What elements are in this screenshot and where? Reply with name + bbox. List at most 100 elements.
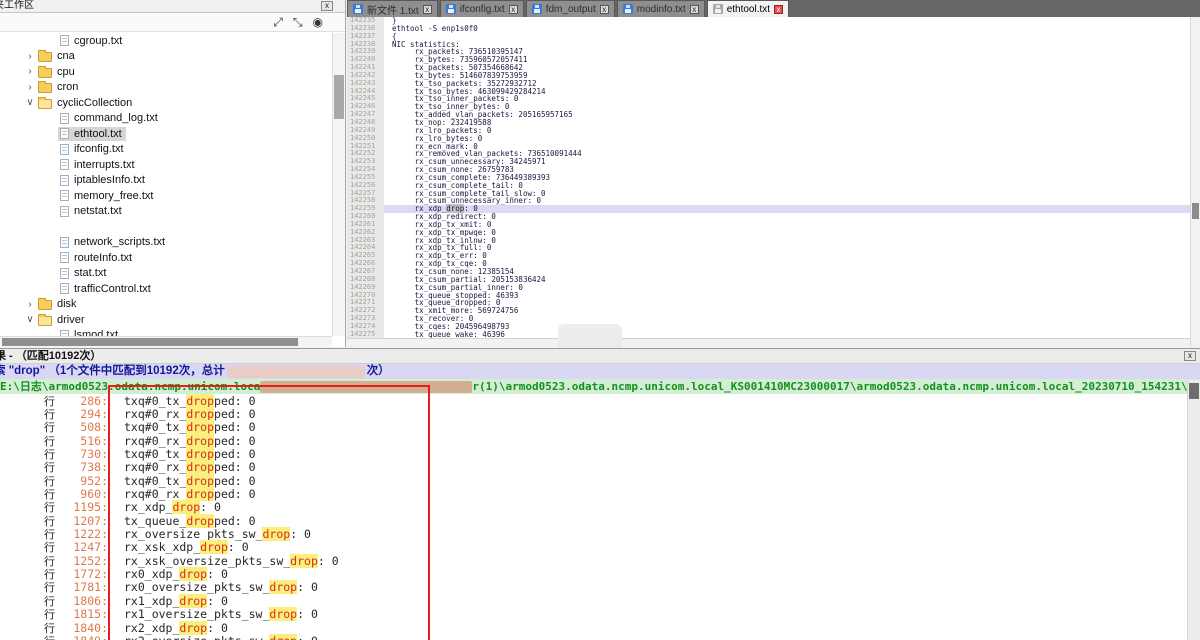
scrollbar-thumb[interactable] (2, 338, 298, 346)
text-editor[interactable]: 142235 } 142236 ethtool -S enp1s0f0 1422… (347, 17, 1190, 338)
tree-item[interactable]: netstat.txt (0, 204, 332, 220)
result-line-number: 1222: (62, 527, 108, 541)
editor-line[interactable]: 142275 tx_queue_wake: 46396 (347, 331, 1190, 338)
editor-horizontal-scrollbar[interactable] (347, 338, 1190, 347)
editor-line[interactable]: 142237 { (347, 33, 1190, 41)
result-line-number: 1815: (62, 607, 108, 621)
tree-item[interactable]: › cpu (0, 64, 332, 80)
tab-close-icon[interactable]: x (423, 5, 432, 14)
tree-expander-icon[interactable]: ∨ (24, 314, 36, 325)
tree-item[interactable]: ethtool.txt (0, 126, 332, 142)
tree-item[interactable]: › disk (0, 297, 332, 313)
tree-item[interactable]: memory_free.txt (0, 188, 332, 204)
scrollbar-thumb[interactable] (334, 75, 344, 119)
match-highlight: drop (179, 621, 207, 635)
results-vertical-scrollbar[interactable] (1187, 380, 1200, 640)
result-row[interactable]: 行 516: rxq#0_rx_dropped: 0 (0, 434, 1187, 447)
workspace-title: 夹工作区 (0, 0, 34, 12)
tree-item-label: cron (57, 81, 78, 93)
tree-item-label: trafficControl.txt (74, 283, 151, 295)
editor-line[interactable]: 142272 tx_xmit_more: 569724756 (347, 307, 1190, 315)
workspace-close-button[interactable]: x (321, 1, 333, 11)
tree-item[interactable]: ∨ driver (0, 312, 332, 328)
tab-close-icon[interactable]: x (509, 5, 518, 14)
editor-tab[interactable]: modinfo.txt x (617, 0, 705, 17)
editor-tab[interactable]: ifconfig.txt x (440, 0, 524, 17)
tree-horizontal-scrollbar[interactable] (0, 336, 332, 347)
tree-item[interactable]: interrupts.txt (0, 157, 332, 173)
result-text: rx_xdp_drop: 0 (124, 500, 221, 514)
search-summary-line[interactable]: 索 "drop" （1个文件中匹配到10192次，总计次） (0, 364, 1200, 379)
tree-item[interactable]: command_log.txt (0, 111, 332, 127)
result-row[interactable]: 行 1195: rx_xdp_drop: 0 (0, 501, 1187, 514)
result-row[interactable]: 行 1815: rx1_oversize_pkts_sw_drop: 0 (0, 608, 1187, 621)
result-file-path-line[interactable]: E:\日志\armod0523.odata.ncmp.unicom.locar(… (0, 379, 1200, 394)
results-close-button[interactable]: x (1184, 351, 1196, 361)
editor-line[interactable]: 142236 ethtool -S enp1s0f0 (347, 25, 1190, 33)
result-row[interactable]: 行 738: rxq#0_rx_dropped: 0 (0, 461, 1187, 474)
tree-item[interactable]: trafficControl.txt (0, 281, 332, 297)
tab-close-icon[interactable]: x (774, 5, 783, 14)
tree-item-label: netstat.txt (74, 205, 122, 217)
scrollbar-thumb[interactable] (1192, 203, 1199, 219)
result-line-number: 1247: (62, 540, 108, 554)
tree-expander-icon[interactable]: › (24, 51, 36, 62)
result-text: rx_xsk_oversize_pkts_sw_drop: 0 (124, 554, 339, 568)
result-line-number: 294: (62, 407, 108, 421)
tree-item[interactable]: stat.txt (0, 266, 332, 282)
tree-item[interactable]: › cna (0, 49, 332, 65)
tree-item[interactable]: routeInfo.txt (0, 250, 332, 266)
tab-label: ethtool.txt (727, 4, 770, 15)
collapse-all-icon[interactable]: ⤡ (293, 15, 303, 29)
locate-file-icon[interactable]: ◉ (313, 15, 323, 29)
result-row[interactable]: 行 1252: rx_xsk_oversize_pkts_sw_drop: 0 (0, 554, 1187, 567)
tree-item[interactable] (0, 219, 332, 235)
editor-tab[interactable]: ethtool.txt x (707, 0, 789, 17)
result-row[interactable]: 行 960: rxq#0_rx_dropped: 0 (0, 487, 1187, 500)
save-state-icon (623, 4, 633, 14)
tree-expander-icon[interactable]: › (24, 299, 36, 310)
tree-expander-icon[interactable]: › (24, 82, 36, 93)
tree-expander-icon[interactable]: ∨ (24, 97, 36, 108)
tree-item-icon (38, 68, 52, 78)
result-row[interactable]: 行 730: txq#0_tx_dropped: 0 (0, 447, 1187, 460)
result-row[interactable]: 行 1247: rx_xsk_xdp_drop: 0 (0, 541, 1187, 554)
match-highlight: drop (186, 460, 214, 474)
editor-vertical-scrollbar[interactable] (1190, 17, 1200, 347)
result-row[interactable]: 行 1849: rx2_oversize_pkts_sw_drop: 0 (0, 634, 1187, 640)
scrollbar-thumb[interactable] (1189, 383, 1199, 399)
tree-item[interactable]: iptablesInfo.txt (0, 173, 332, 189)
tab-close-icon[interactable]: x (600, 5, 609, 14)
result-row[interactable]: 行 1772: rx0_xdp_drop: 0 (0, 567, 1187, 580)
tree-item-icon (60, 268, 69, 279)
result-row[interactable]: 行 1781: rx0_oversize_pkts_sw_drop: 0 (0, 581, 1187, 594)
tree-item[interactable]: ∨ cyclicCollection (0, 95, 332, 111)
tree-expander-icon[interactable]: › (24, 66, 36, 77)
result-row[interactable]: 行 1840: rx2_xdp_drop: 0 (0, 621, 1187, 634)
tree-item[interactable]: network_scripts.txt (0, 235, 332, 251)
tree-item-label: memory_free.txt (74, 190, 153, 202)
result-row[interactable]: 行 294: rxq#0_rx_dropped: 0 (0, 407, 1187, 420)
tree-item[interactable]: ifconfig.txt (0, 142, 332, 158)
tree-item[interactable]: cgroup.txt (0, 33, 332, 49)
tab-close-icon[interactable]: x (690, 5, 699, 14)
workspace-titlebar: 夹工作区 x (0, 0, 345, 13)
editor-tab[interactable]: fdm_output x (526, 0, 615, 17)
match-highlight: drop (186, 434, 214, 448)
tree-item-label: cna (57, 50, 75, 62)
editor-area: 新文件 1.txt x ifconfig.txt x fdm_output x … (347, 0, 1200, 347)
tree-item-icon (60, 206, 69, 217)
tree-vertical-scrollbar[interactable] (332, 33, 345, 336)
tab-bar: 新文件 1.txt x ifconfig.txt x fdm_output x … (347, 0, 1200, 17)
result-row[interactable]: 行 286: txq#0_tx_dropped: 0 (0, 394, 1187, 407)
expand-all-icon[interactable]: ⤢ (273, 15, 283, 29)
tree-item[interactable]: lsmod.txt (0, 328, 332, 337)
result-row[interactable]: 行 1806: rx1_xdp_drop: 0 (0, 594, 1187, 607)
result-row[interactable]: 行 1222: rx_oversize_pkts_sw_drop: 0 (0, 527, 1187, 540)
tree-item[interactable]: › cron (0, 80, 332, 96)
result-row[interactable]: 行 1207: tx_queue_dropped: 0 (0, 514, 1187, 527)
result-row[interactable]: 行 952: txq#0_tx_dropped: 0 (0, 474, 1187, 487)
result-line-number: 516: (62, 434, 108, 448)
result-row[interactable]: 行 508: txq#0_tx_dropped: 0 (0, 421, 1187, 434)
editor-tab[interactable]: 新文件 1.txt x (347, 0, 438, 17)
